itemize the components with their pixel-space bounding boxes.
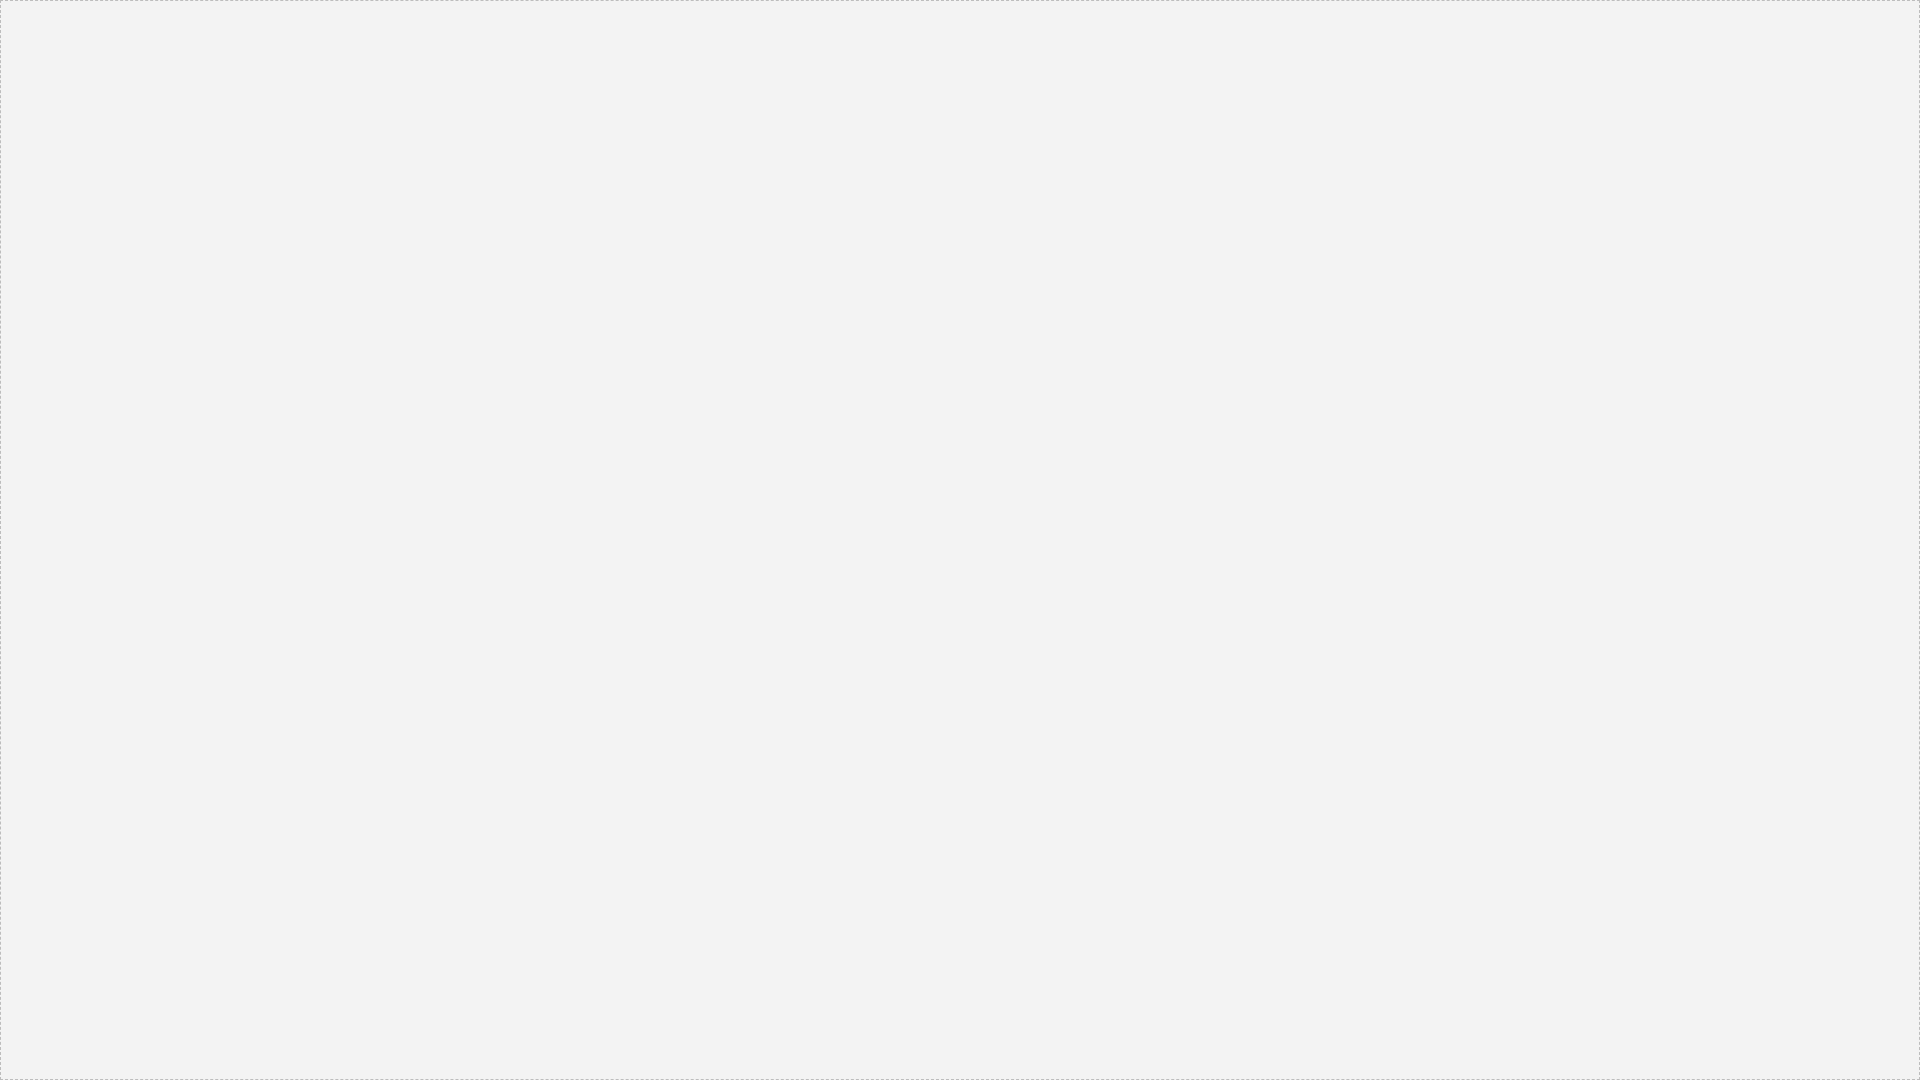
screenshot-frame [0,0,1920,1080]
